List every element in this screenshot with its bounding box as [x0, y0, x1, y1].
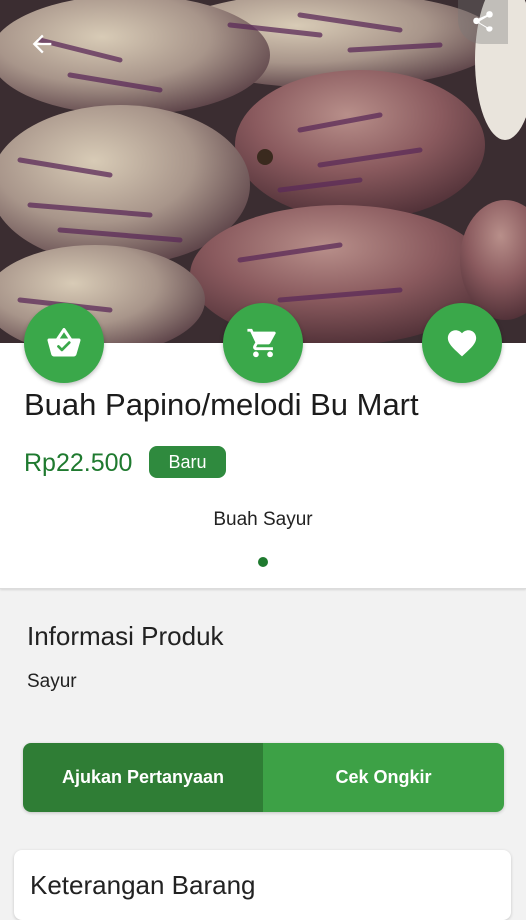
product-category[interactable]: Buah Sayur	[0, 509, 526, 531]
check-shipping-button[interactable]: Cek Ongkir	[263, 743, 504, 812]
heart-icon	[447, 330, 477, 357]
add-to-cart-button[interactable]	[223, 303, 303, 383]
product-info-value: Sayur	[27, 671, 77, 692]
share-button[interactable]	[458, 0, 508, 44]
carousel-indicator-dot	[258, 557, 268, 567]
share-icon	[473, 11, 493, 32]
product-photo	[0, 0, 526, 343]
wishlist-button[interactable]	[422, 303, 502, 383]
action-button-group: Ajukan Pertanyaan Cek Ongkir	[23, 743, 504, 812]
cart-icon	[247, 328, 276, 358]
description-heading: Keterangan Barang	[30, 870, 256, 900]
product-price: Rp22.500	[24, 449, 133, 477]
arrow-left-icon	[32, 34, 52, 54]
basket-check-icon	[47, 328, 81, 357]
product-info-heading: Informasi Produk	[27, 621, 224, 651]
ask-question-button[interactable]: Ajukan Pertanyaan	[23, 743, 263, 812]
product-image[interactable]	[0, 0, 526, 343]
buy-basket-button[interactable]	[24, 303, 104, 383]
product-title: Buah Papino/melodi Bu Mart	[24, 387, 419, 422]
condition-badge: Baru	[149, 446, 226, 478]
back-button[interactable]	[20, 26, 64, 62]
